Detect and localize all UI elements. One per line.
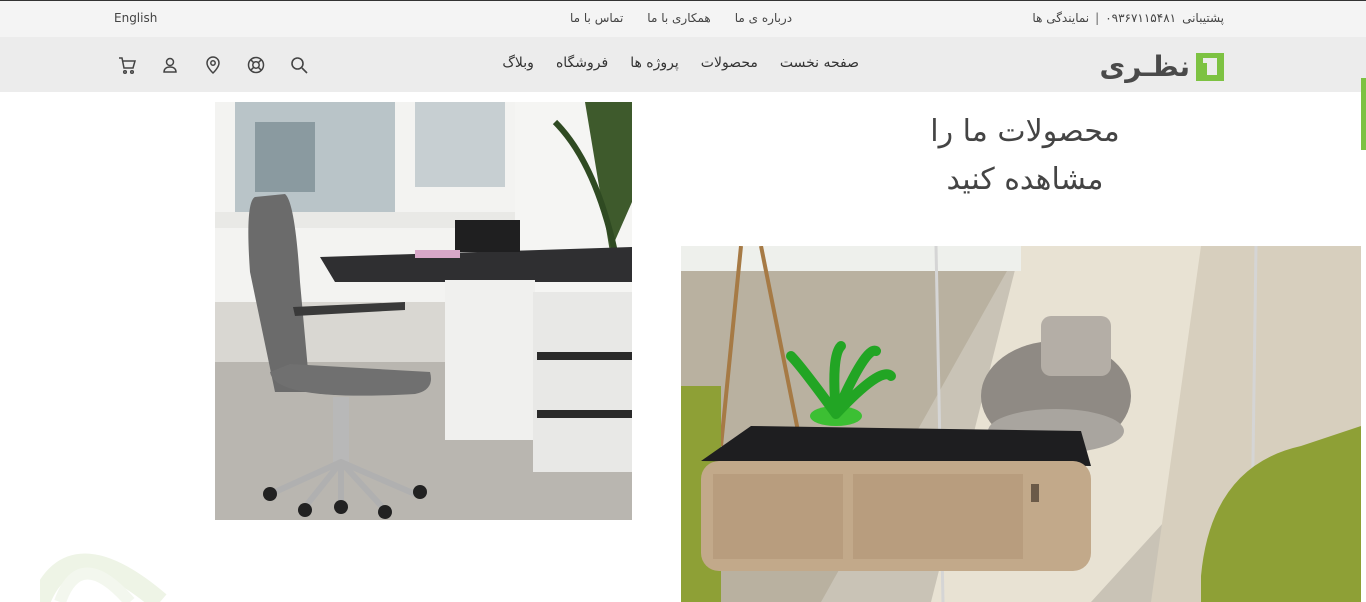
separator: | (1095, 11, 1100, 25)
site-logo[interactable]: نظـری (1100, 50, 1224, 83)
top-links: درباره ی ما همکاری با ما تماس با ما (570, 11, 792, 25)
logo-text: نظـری (1099, 50, 1191, 83)
nav-products[interactable]: محصولات (701, 55, 758, 71)
nav-blog[interactable]: وبلاگ (502, 55, 534, 71)
support-phone[interactable]: ۰۹۳۶۷۱۱۵۴۸۱ (1105, 11, 1176, 25)
main-navbar: نظـری صفحه نخست محصولات پروژه ها فروشگاه… (0, 37, 1366, 92)
hero-line-2: مشاهده کنید (946, 162, 1104, 197)
support-icon[interactable] (245, 54, 266, 75)
header-icons (116, 54, 309, 75)
hero-heading: محصولات ما را مشاهده کنید (900, 108, 1150, 204)
decorative-halftone (30, 505, 170, 602)
support-info: پشتیبانی ۰۹۳۶۷۱۱۵۴۸۱ | نمایندگی ها (1032, 11, 1224, 25)
nav-projects[interactable]: پروژه ها (630, 55, 679, 71)
support-label: پشتیبانی (1182, 11, 1224, 25)
nav-shop[interactable]: فروشگاه (556, 55, 608, 71)
agencies-link[interactable]: نمایندگی ها (1032, 11, 1089, 25)
top-bar: English درباره ی ما همکاری با ما تماس با… (0, 0, 1366, 37)
side-accent-bar (1361, 78, 1366, 150)
logo-mark-icon (1196, 52, 1224, 81)
search-icon[interactable] (288, 54, 309, 75)
language-switch[interactable]: English (114, 11, 157, 25)
hero-line-1: محصولات ما را (930, 114, 1120, 149)
main-menu: صفحه نخست محصولات پروژه ها فروشگاه وبلاگ (497, 55, 859, 71)
contact-link[interactable]: تماس با ما (570, 11, 623, 25)
nav-home[interactable]: صفحه نخست (780, 55, 859, 71)
cooperation-link[interactable]: همکاری با ما (647, 11, 710, 25)
office-chair-image[interactable] (215, 102, 632, 520)
about-link[interactable]: درباره ی ما (735, 11, 792, 25)
cart-icon[interactable] (116, 54, 137, 75)
user-icon[interactable] (159, 54, 180, 75)
location-icon[interactable] (202, 54, 223, 75)
lounge-table-image[interactable] (681, 246, 1361, 602)
